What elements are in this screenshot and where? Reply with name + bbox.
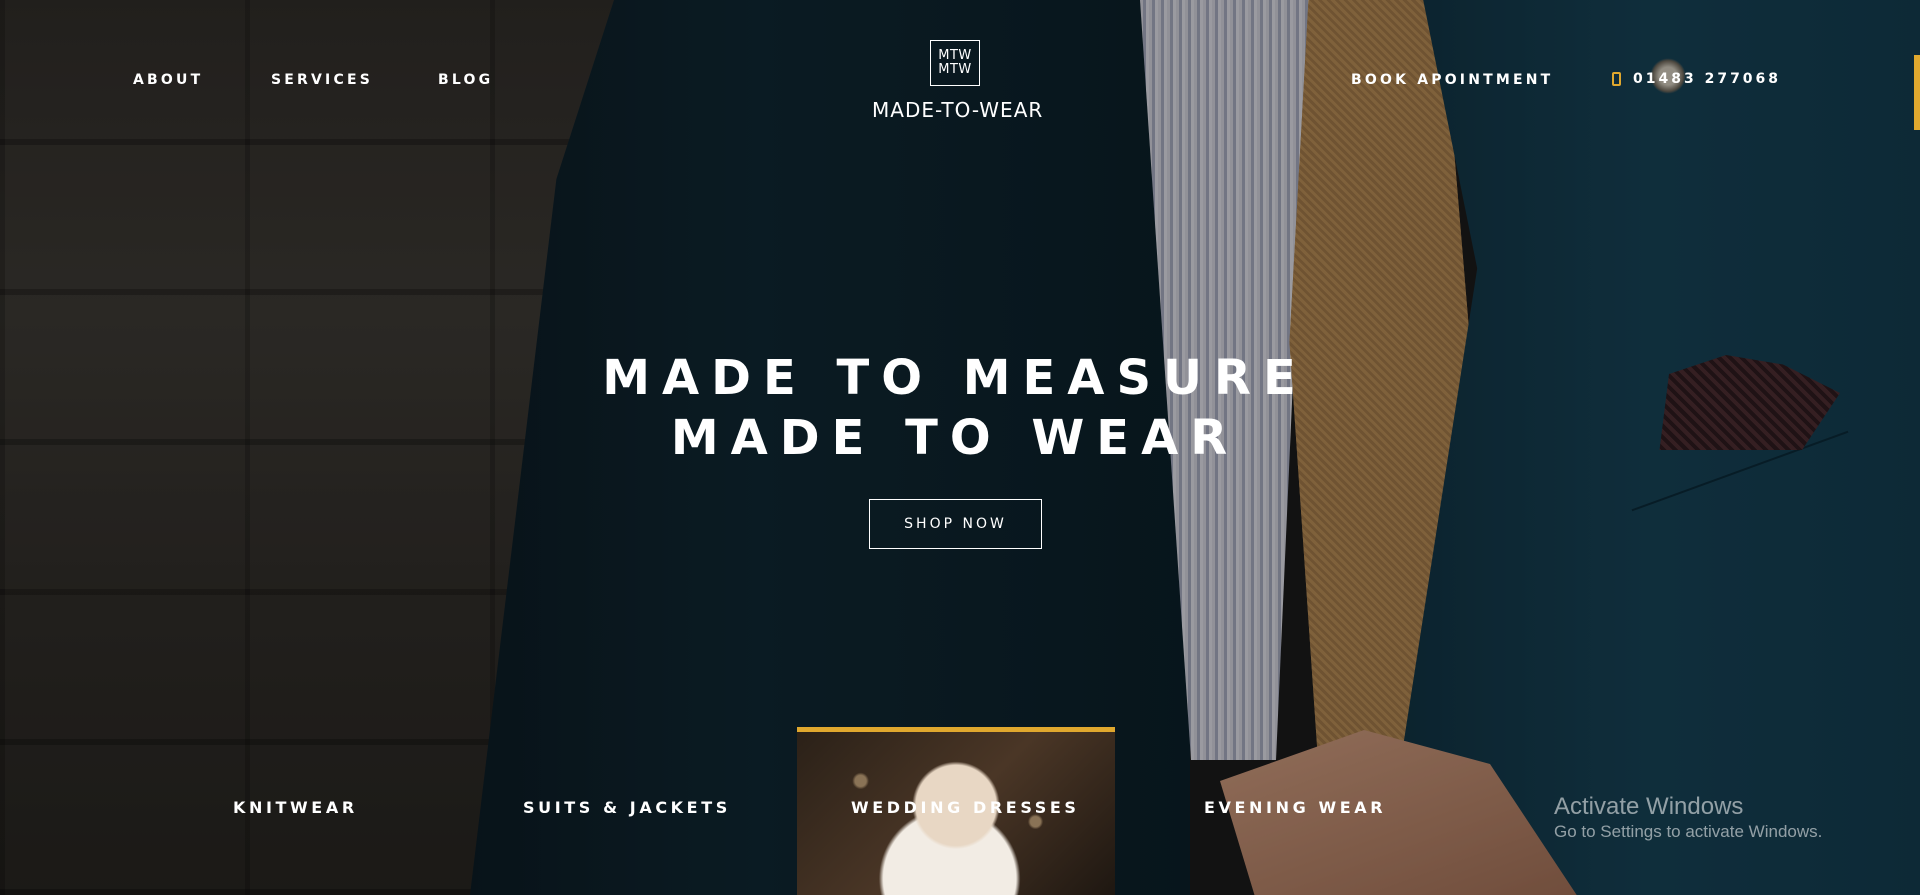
nav-blog-link[interactable]: BLOG [438, 72, 493, 88]
logo-mark: MTW MTW [930, 40, 980, 86]
category-knitwear[interactable]: KNITWEAR [233, 798, 358, 817]
category-wedding-dresses[interactable]: WEDDING DRESSES [851, 798, 1080, 817]
phone-number: 01483 277068 [1633, 71, 1782, 87]
hero-heading: MADE TO MEASURE MADE TO WEAR [0, 348, 1910, 468]
site-logo[interactable]: MTW MTW MADE-TO-WEAR [872, 40, 1044, 122]
logo-mark-bottom: MTW [938, 62, 972, 77]
nav-about-link[interactable]: ABOUT [133, 72, 203, 88]
phone-icon [1612, 72, 1621, 86]
book-appointment-link[interactable]: BOOK APOINTMENT [1351, 72, 1553, 88]
logo-name: MADE-TO-WEAR [872, 98, 1044, 122]
category-evening-wear[interactable]: EVENING WEAR [1204, 798, 1386, 817]
hero-title-line-1: MADE TO MEASURE [602, 350, 1308, 406]
activate-windows-watermark: Activate Windows Go to Settings to activ… [1554, 793, 1822, 843]
category-suits-jackets[interactable]: SUITS & JACKETS [523, 798, 731, 817]
watermark-subtitle: Go to Settings to activate Windows. [1554, 822, 1823, 841]
nav-services-link[interactable]: SERVICES [271, 72, 373, 88]
phone-link[interactable]: 01483 277068 [1612, 71, 1781, 87]
shop-now-button[interactable]: SHOP NOW [869, 499, 1042, 549]
watermark-title: Activate Windows [1554, 793, 1744, 820]
hero-title-line-2: MADE TO WEAR [670, 410, 1240, 466]
logo-mark-top: MTW [938, 48, 972, 63]
